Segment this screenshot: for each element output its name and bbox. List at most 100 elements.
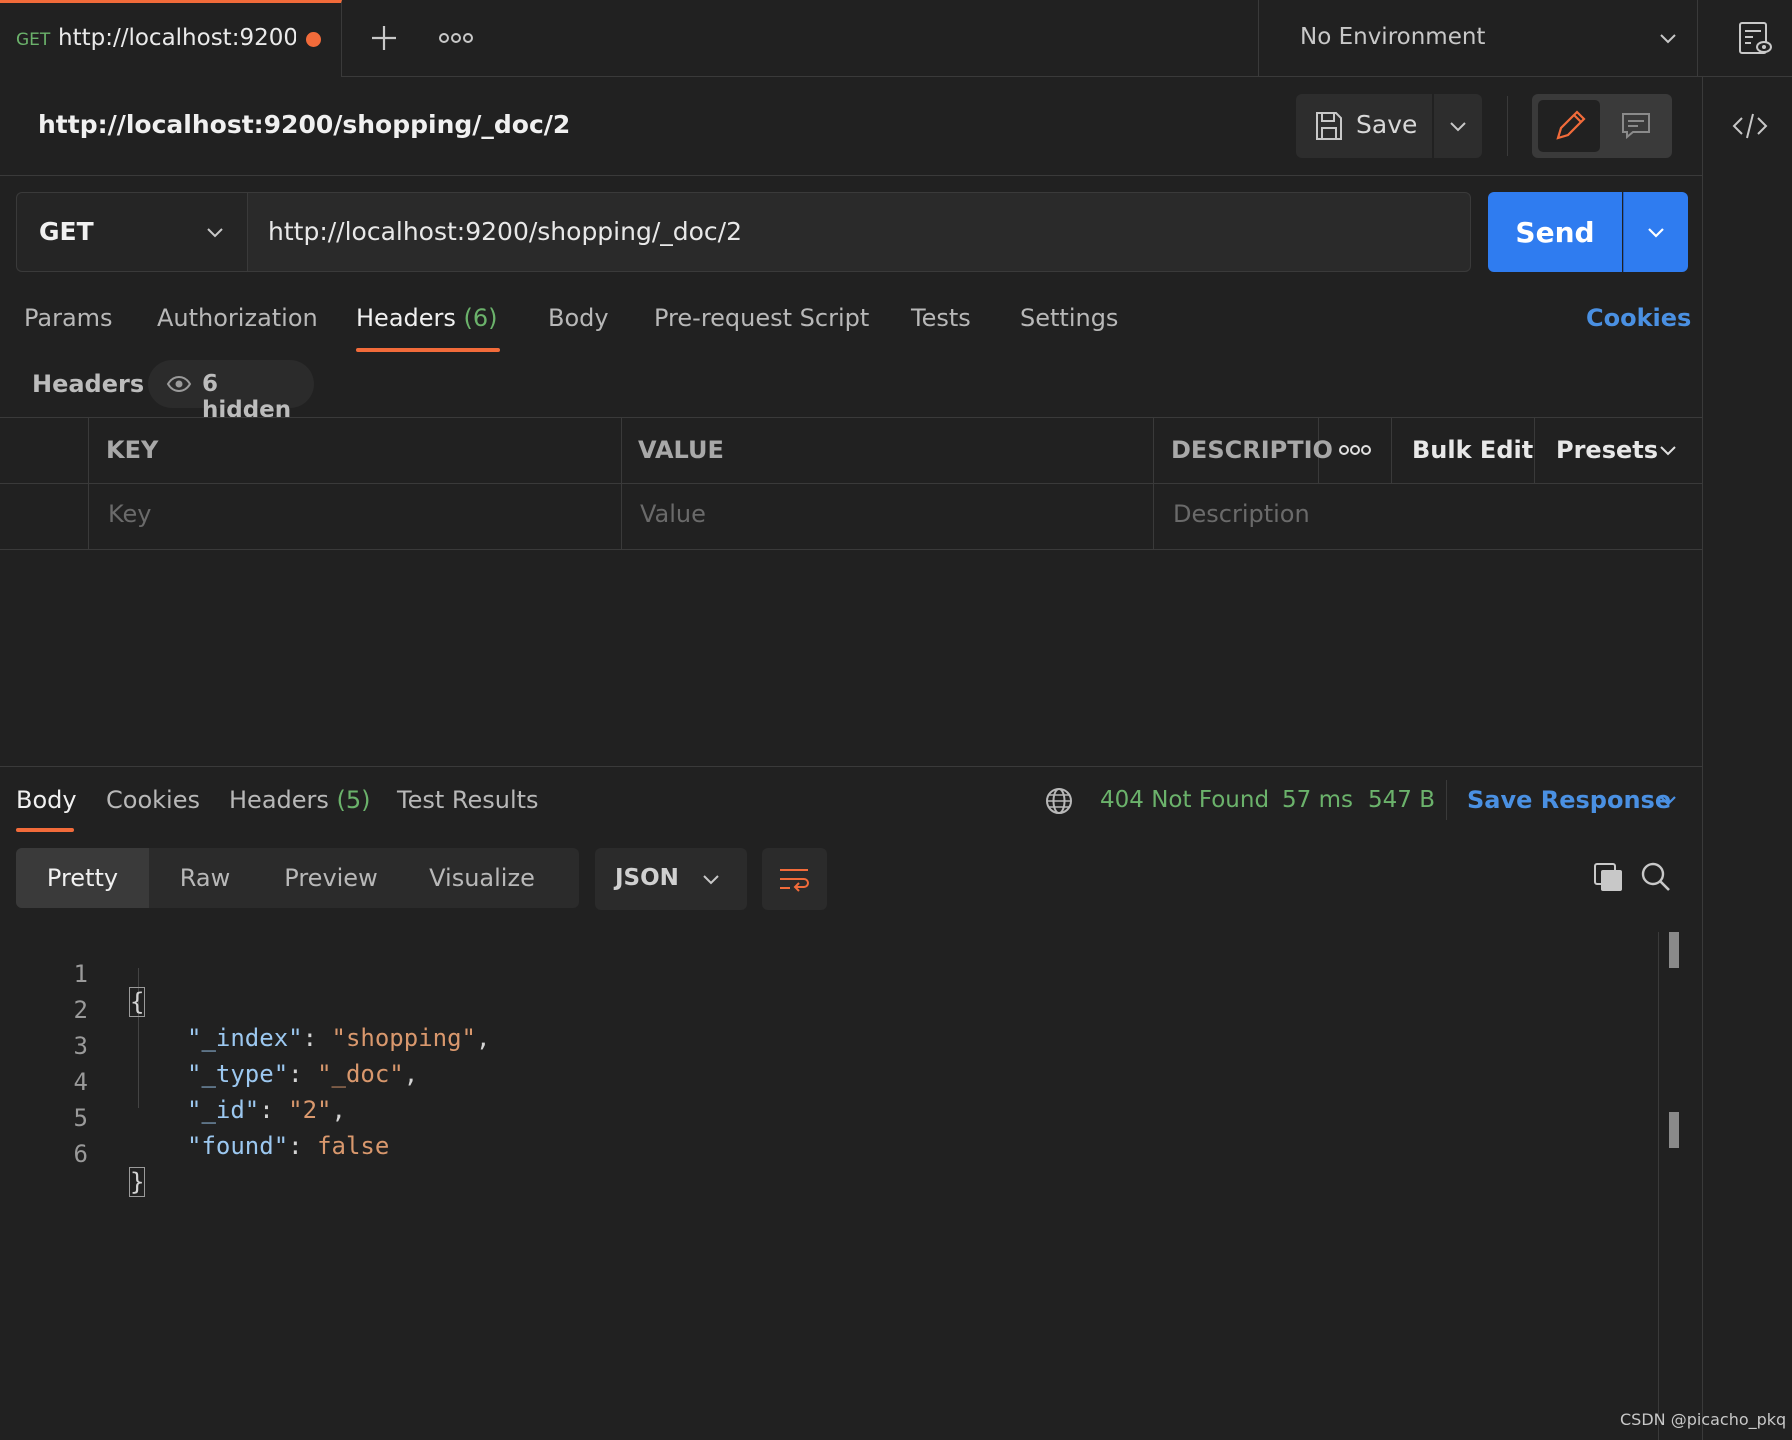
active-tab-indicator [16, 828, 74, 832]
unsaved-dot-icon [306, 32, 321, 47]
view-pretty-button[interactable]: Pretty [16, 848, 149, 908]
column-header-description: DESCRIPTIO [1171, 436, 1333, 464]
chevron-down-icon[interactable] [1656, 788, 1680, 812]
divider [1534, 418, 1535, 483]
column-header-value: VALUE [638, 436, 724, 464]
json-key: "found" [187, 1132, 289, 1160]
tab-count: (6) [463, 304, 498, 332]
view-preview-button[interactable]: Preview [261, 848, 401, 908]
tab-label: Params [24, 304, 113, 332]
view-raw-button[interactable]: Raw [149, 848, 261, 908]
scrollbar-track[interactable] [1658, 932, 1659, 1440]
response-size[interactable]: 547 B [1368, 787, 1435, 813]
globe-icon[interactable] [1044, 786, 1074, 816]
code-line: 1 { [0, 932, 146, 1017]
send-button[interactable]: Send [1488, 192, 1622, 272]
request-title[interactable]: http://localhost:9200/shopping/_doc/2 [38, 110, 570, 139]
code-text: "_index": "shopping", [187, 1024, 491, 1052]
code-line: 5 "found": false [0, 1076, 390, 1160]
tab-params[interactable]: Params [24, 304, 113, 332]
code-text: "found": false [187, 1132, 390, 1160]
column-header-key: KEY [106, 436, 159, 464]
tab-label: Body [548, 304, 609, 332]
json-value: "2" [288, 1096, 332, 1124]
cookies-link[interactable]: Cookies [1586, 304, 1691, 332]
bulk-edit-button[interactable]: Bulk Edit [1412, 436, 1533, 464]
comment-mode-button[interactable] [1606, 100, 1666, 152]
response-time[interactable]: 57 ms [1282, 787, 1353, 813]
tab-title[interactable]: http://localhost:9200/s [58, 25, 296, 51]
json-key: "_id" [187, 1096, 260, 1124]
chevron-down-icon [1648, 228, 1664, 238]
tab-headers[interactable]: Headers (6) [356, 304, 498, 332]
code-line: 6 } [0, 1112, 146, 1197]
json-punct: , [403, 1060, 419, 1088]
tab-settings[interactable]: Settings [1020, 304, 1118, 332]
divider [1391, 418, 1392, 483]
divider [1446, 780, 1447, 820]
format-select[interactable]: JSON [595, 848, 747, 910]
chevron-down-icon[interactable] [1656, 438, 1680, 462]
response-tab-cookies[interactable]: Cookies [106, 786, 200, 814]
json-value: "_doc" [317, 1060, 404, 1088]
save-label: Save [1356, 110, 1418, 139]
divider [1153, 418, 1154, 549]
code-text: { [128, 987, 146, 1017]
line-number: 6 [73, 1140, 88, 1168]
view-mode-group: Pretty Raw Preview Visualize [16, 848, 579, 908]
send-options-button[interactable] [1623, 192, 1688, 272]
code-icon[interactable] [1730, 110, 1770, 142]
response-tab-body[interactable]: Body [16, 786, 77, 814]
chevron-down-icon [1450, 122, 1466, 132]
status-code[interactable]: 404 Not Found [1100, 787, 1269, 813]
environment-label[interactable]: No Environment [1300, 24, 1485, 50]
view-visualize-button[interactable]: Visualize [401, 848, 563, 908]
divider [0, 483, 1702, 484]
tab-label: Cookies [106, 786, 200, 814]
presets-button[interactable]: Presets [1556, 436, 1658, 464]
json-value: false [317, 1132, 390, 1160]
tab-label: Body [16, 786, 77, 814]
tab-tests[interactable]: Tests [911, 304, 971, 332]
tab-authorization[interactable]: Authorization [157, 304, 318, 332]
json-key: "_type" [187, 1060, 289, 1088]
url-text[interactable]: http://localhost:9200/shopping/_doc/2 [268, 217, 742, 246]
tab-body[interactable]: Body [548, 304, 609, 332]
save-response-button[interactable]: Save Response [1467, 786, 1671, 814]
save-button[interactable]: Save [1296, 94, 1432, 158]
copy-icon[interactable] [1592, 861, 1624, 893]
scroll-marker [1669, 1112, 1679, 1148]
tab-method-label: GET [16, 30, 51, 50]
search-icon[interactable] [1640, 861, 1672, 893]
chevron-down-icon [699, 867, 723, 891]
more-horizontal-icon[interactable] [1338, 442, 1372, 458]
chevron-down-icon[interactable] [1656, 26, 1680, 50]
chevron-down-icon [203, 220, 227, 244]
tab-pre-request-script[interactable]: Pre-request Script [654, 304, 869, 332]
more-horizontal-icon[interactable] [436, 24, 476, 52]
hidden-headers-toggle[interactable]: 6 hidden [148, 360, 314, 423]
description-input[interactable]: Description [1173, 500, 1310, 528]
edit-mode-button[interactable] [1538, 100, 1600, 152]
plus-icon[interactable] [366, 20, 402, 56]
method-select[interactable]: GET [16, 192, 247, 272]
save-options-button[interactable] [1434, 94, 1482, 158]
pane-resizer[interactable] [0, 766, 1702, 767]
url-input[interactable]: http://localhost:9200/shopping/_doc/2 [247, 192, 1471, 272]
response-tab-test-results[interactable]: Test Results [397, 786, 539, 814]
tab-label: Tests [911, 304, 971, 332]
key-input[interactable]: Key [108, 500, 152, 528]
right-sidebar [1702, 77, 1792, 1440]
divider [621, 418, 622, 549]
tab-label: Test Results [397, 786, 539, 814]
wrap-lines-button[interactable] [762, 848, 827, 910]
save-icon [1314, 110, 1344, 142]
json-key: "_index" [187, 1024, 303, 1052]
method-label: GET [39, 217, 94, 246]
code-text: } [128, 1167, 146, 1197]
response-tab-headers[interactable]: Headers (5) [229, 786, 371, 814]
json-value: "shopping" [331, 1024, 477, 1052]
environment-quick-look-icon[interactable] [1734, 18, 1774, 58]
tab-count: (5) [336, 786, 371, 814]
value-input[interactable]: Value [640, 500, 706, 528]
